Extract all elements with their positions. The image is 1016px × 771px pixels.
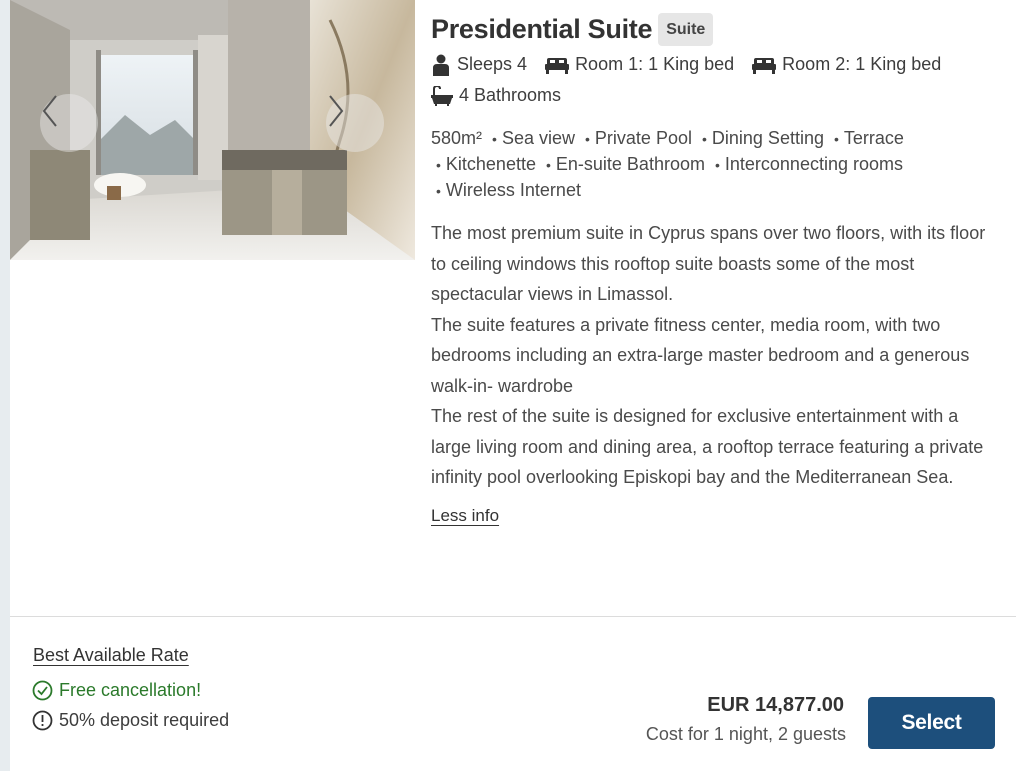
exclamation-circle-icon [32,710,53,731]
description-paragraph: The rest of the suite is designed for ex… [431,406,984,487]
amenity-separator: • [436,183,441,199]
next-photo-button[interactable] [326,94,384,152]
room-size: 580m² [431,128,483,148]
room1-bed-text: Room 1: 1 King bed [575,54,735,74]
amenity-separator: • [702,131,707,147]
previous-photo-button[interactable] [40,94,98,152]
amenity-separator: • [714,157,720,173]
amenity-item: Dining Setting [711,128,824,148]
free-cancellation-note: Free cancellation! [32,680,201,701]
amenity-item: Interconnecting rooms [724,154,903,174]
bathrooms-spec: 4 Bathrooms [431,85,561,106]
amenity-separator: • [545,157,551,173]
room-details: Presidential Suite Suite Sleeps 4 Room 1… [431,10,1001,526]
amenity-separator: • [585,131,590,147]
deposit-note: 50% deposit required [32,710,229,731]
amenity-separator: • [834,131,839,147]
room-photo-carousel[interactable] [10,0,415,260]
room2-bed-spec: Room 2: 1 King bed [752,54,941,75]
room-title: Presidential Suite [431,13,653,44]
amenity-item: Terrace [843,128,904,148]
less-info-link[interactable]: Less info [431,506,499,526]
section-divider [10,616,1016,617]
description-paragraph: The suite features a private fitness cen… [431,314,970,396]
amenity-separator: • [492,131,497,147]
free-cancellation-text: Free cancellation! [59,680,202,700]
bed-icon [545,57,570,74]
amenity-separator: • [436,157,441,173]
rate-name-link[interactable]: Best Available Rate [33,645,189,666]
bed-icon [752,57,777,74]
deposit-text: 50% deposit required [59,710,230,730]
amenity-item: Private Pool [594,128,692,148]
description-paragraph: The most premium suite in Cyprus spans o… [431,223,986,304]
chevron-right-icon [329,95,344,127]
room2-bed-text: Room 2: 1 King bed [782,54,942,74]
select-button[interactable]: Select [868,697,995,749]
amenity-item: Sea view [501,128,575,148]
bathrooms-text: 4 Bathrooms [459,85,562,105]
person-icon [433,54,449,76]
room-type-badge: Suite [658,12,714,46]
occupancy-spec: Sleeps 4 [431,54,527,76]
bathtub-icon [431,85,453,106]
amenity-item: En-suite Bathroom [555,154,705,174]
chevron-left-icon [42,95,57,127]
rate-price: EUR 14,877.00 [707,694,844,716]
price-note: Cost for 1 night, 2 guests [645,724,846,744]
amenity-item: Kitchenette [445,154,536,174]
sleeps-text: Sleeps 4 [457,54,528,74]
amenities-list: 580m² • Sea view • Private Pool • Dining Se… [431,126,1001,204]
room-description: The most premium suite in Cyprus spans o… [431,218,999,493]
amenity-item: Wireless Internet [445,180,581,200]
room1-bed-spec: Room 1: 1 King bed [545,54,734,75]
left-edge-strip [0,0,10,771]
check-circle-icon [32,680,53,701]
